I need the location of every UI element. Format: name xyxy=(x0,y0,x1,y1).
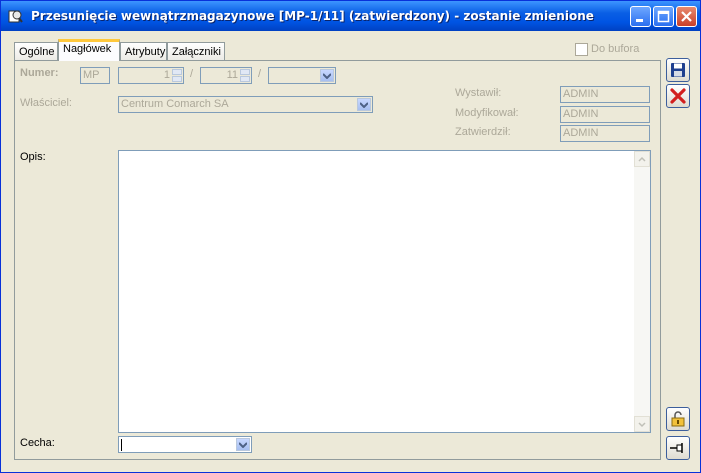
wlasciciel-dropdown-button[interactable] xyxy=(357,98,371,111)
close-button[interactable] xyxy=(676,6,697,27)
tab-ogolne[interactable]: Ogólne xyxy=(14,42,58,60)
modyfikowal-label: Modyfikował: xyxy=(455,107,519,119)
text-cursor xyxy=(121,439,122,451)
wlasciciel-value: Centrum Comarch SA xyxy=(121,98,229,110)
chevron-down-icon xyxy=(638,422,646,428)
zatwierdzil-label: Zatwierdził: xyxy=(455,126,511,138)
numer-month-value: 11 xyxy=(226,69,238,81)
series-dropdown-button[interactable] xyxy=(320,69,334,82)
opis-textarea[interactable] xyxy=(118,150,651,433)
wystawil-field: ADMIN xyxy=(560,86,650,103)
opis-scrollbar[interactable] xyxy=(634,151,650,432)
floppy-disk-icon xyxy=(671,63,685,77)
open-padlock-icon xyxy=(671,411,685,427)
numer-label: Numer: xyxy=(20,67,59,79)
title-bar[interactable]: Przesunięcie wewnątrzmagazynowe [MP-1/11… xyxy=(1,1,700,31)
wlasciciel-select[interactable]: Centrum Comarch SA xyxy=(118,96,373,113)
close-icon xyxy=(681,11,692,22)
numer-number-value: 1 xyxy=(163,69,170,81)
cecha-select[interactable] xyxy=(118,436,252,453)
numer-series-select[interactable] xyxy=(268,67,336,84)
tab-atrybuty[interactable]: Atrybuty xyxy=(120,42,167,60)
save-button[interactable] xyxy=(666,58,690,82)
tab-naglowek[interactable]: Nagłówek xyxy=(58,39,120,61)
cancel-button[interactable] xyxy=(666,84,690,108)
document-window: Przesunięcie wewnątrzmagazynowe [MP-1/11… xyxy=(0,0,701,473)
do-bufora-checkbox[interactable] xyxy=(575,43,588,56)
red-x-icon xyxy=(670,88,686,104)
minimize-icon xyxy=(636,19,643,22)
pushpin-icon xyxy=(670,443,683,453)
numer-separator-2: / xyxy=(258,68,262,80)
wystawil-label: Wystawił: xyxy=(455,87,502,99)
chevron-down-icon xyxy=(323,73,331,79)
zatwierdzil-field: ADMIN xyxy=(560,125,650,142)
maximize-icon xyxy=(657,10,670,23)
app-icon xyxy=(8,10,23,23)
numer-prefix-field: MP xyxy=(80,67,110,84)
pin-button[interactable] xyxy=(666,436,690,460)
numer-number-field[interactable]: 1 xyxy=(118,67,184,84)
minimize-button[interactable] xyxy=(630,6,651,27)
maximize-button[interactable] xyxy=(653,6,674,27)
chevron-down-icon xyxy=(360,102,368,108)
do-bufora-label: Do bufora xyxy=(591,43,640,55)
chevron-up-icon xyxy=(638,156,646,162)
modyfikowal-field: ADMIN xyxy=(560,106,650,123)
window-title: Przesunięcie wewnątrzmagazynowe [MP-1/11… xyxy=(31,9,594,23)
wlasciciel-label: Właściciel: xyxy=(20,97,72,109)
chevron-down-icon xyxy=(239,442,247,448)
cecha-label: Cecha: xyxy=(20,437,55,449)
month-spinner[interactable] xyxy=(240,69,250,82)
numer-spinner[interactable] xyxy=(172,69,182,82)
tab-zalaczniki[interactable]: Załączniki xyxy=(167,42,225,60)
scroll-down-button[interactable] xyxy=(634,416,650,432)
scroll-up-button[interactable] xyxy=(634,151,650,167)
numer-separator-1: / xyxy=(190,68,194,80)
unlock-button[interactable] xyxy=(666,407,690,431)
cecha-dropdown-button[interactable] xyxy=(236,438,250,451)
numer-month-field[interactable]: 11 xyxy=(200,67,252,84)
opis-label: Opis: xyxy=(20,151,46,163)
window-content: Ogólne Nagłówek Atrybuty Załączniki Do b… xyxy=(4,31,697,471)
